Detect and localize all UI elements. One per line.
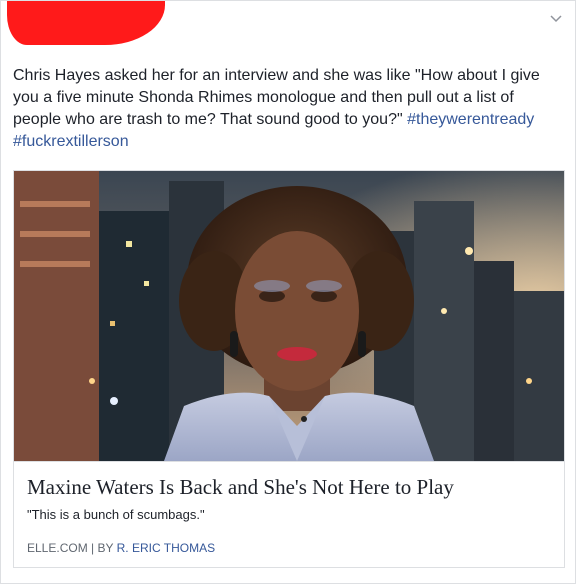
article-photo[interactable] [14,171,564,461]
chevron-down-icon[interactable] [549,11,563,25]
link-source: ELLE.COM | BY R. ERIC THOMAS [27,540,215,556]
link-preview-card[interactable]: Maxine Waters Is Back and She's Not Here… [13,170,565,568]
source-separator: | [91,541,95,555]
author-link[interactable]: R. ERIC THOMAS [117,541,215,555]
source-domain: ELLE.COM [27,541,88,555]
link-title[interactable]: Maxine Waters Is Back and She's Not Here… [27,474,454,500]
redacted-header-mark [7,1,165,45]
hashtag-link[interactable]: #fuckrextillerson [13,133,129,150]
link-card-body[interactable]: Maxine Waters Is Back and She's Not Here… [14,461,564,567]
post-message: Chris Hayes asked her for an interview a… [13,65,561,153]
byline-prefix: BY [97,541,114,555]
hashtag-link[interactable]: #theywerentready [407,111,534,128]
post-header-remnant [13,41,125,51]
facebook-post: Chris Hayes asked her for an interview a… [0,0,576,584]
link-description: "This is a bunch of scumbags." [27,507,205,522]
